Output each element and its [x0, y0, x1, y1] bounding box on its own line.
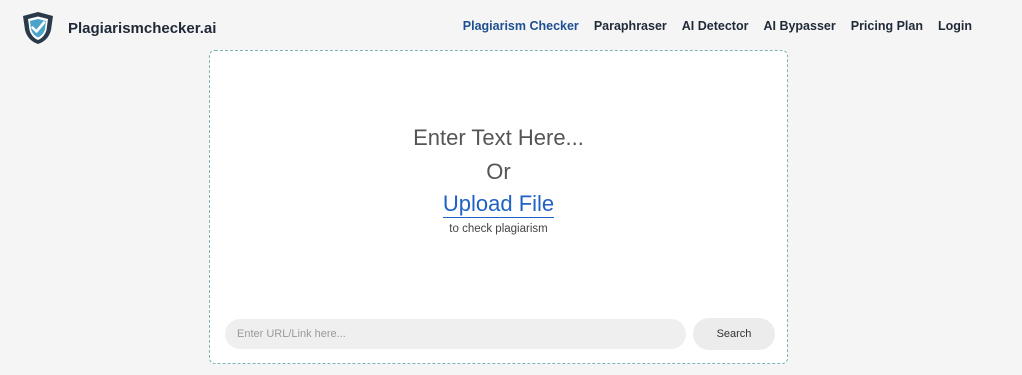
nav-pricing-plan[interactable]: Pricing Plan: [851, 19, 923, 33]
nav-paraphraser[interactable]: Paraphraser: [594, 19, 667, 33]
shield-check-icon: [20, 10, 56, 46]
nav-plagiarism-checker[interactable]: Plagiarism Checker: [463, 19, 579, 33]
search-button[interactable]: Search: [693, 318, 775, 350]
nav-ai-detector[interactable]: AI Detector: [682, 19, 749, 33]
check-plagiarism-subtitle: to check plagiarism: [449, 223, 548, 235]
nav-login[interactable]: Login: [938, 19, 972, 33]
upload-file-wrapper: Upload File: [210, 191, 787, 218]
checker-card: Enter Text Here... Or Upload File to che…: [209, 50, 788, 364]
brand-link[interactable]: Plagiarismchecker.ai: [20, 10, 216, 46]
main-nav: Plagiarism Checker Paraphraser AI Detect…: [463, 19, 972, 33]
upload-file-link[interactable]: Upload File: [442, 191, 555, 218]
text-input-area[interactable]: Enter Text Here... Or Upload File to che…: [210, 51, 787, 301]
nav-ai-bypasser[interactable]: AI Bypasser: [763, 19, 835, 33]
url-input[interactable]: [225, 319, 686, 349]
enter-text-prompt: Enter Text Here...: [413, 125, 584, 150]
site-header: Plagiarismchecker.ai Plagiarism Checker …: [0, 0, 1022, 56]
or-separator: Or: [486, 159, 511, 184]
brand-name: Plagiarismchecker.ai: [68, 19, 217, 37]
